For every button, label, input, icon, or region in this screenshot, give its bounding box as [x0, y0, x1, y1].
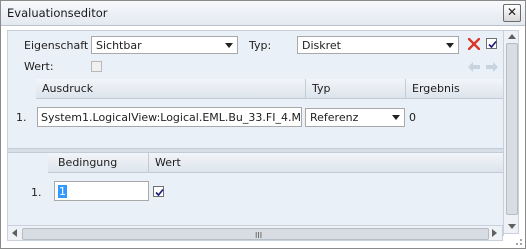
expression-type-dropdown[interactable]: Referenz [305, 108, 405, 127]
confirm-checkbox[interactable] [486, 38, 497, 49]
check-icon [155, 188, 164, 197]
condition-grid-header: Bedingung Wert [48, 153, 503, 173]
bedingung-input[interactable]: 1 [54, 181, 149, 201]
column-header-ausdruck[interactable]: Ausdruck [36, 79, 306, 98]
chevron-down-icon [446, 43, 454, 48]
scroll-left-icon[interactable] [12, 229, 17, 237]
ausdruck-value: System1.LogicalView:Logical.EML.Bu_33.FI… [41, 111, 302, 124]
column-header-wert[interactable]: Wert [149, 153, 503, 172]
condition-wert-checkbox[interactable] [153, 186, 164, 197]
horizontal-scroll-thumb[interactable]: III [22, 228, 489, 240]
ausdruck-input[interactable]: System1.LogicalView:Logical.EML.Bu_33.FI… [37, 107, 302, 127]
expression-grid-header: Ausdruck Typ Ergebnis [36, 79, 503, 99]
evaluation-editor-window: Evaluationseditor ✕ Eigenschaft Sichtbar… [0, 0, 526, 249]
arrow-right-icon[interactable] [485, 61, 499, 73]
vertical-scroll-thumb[interactable] [506, 43, 518, 215]
editor-panel: Eigenschaft Sichtbar Typ: Diskret Wert: [7, 30, 504, 236]
close-icon: ✕ [506, 5, 518, 19]
vertical-scrollbar[interactable] [503, 30, 519, 234]
title-bar[interactable]: Evaluationseditor ✕ [1, 1, 525, 26]
ergebnis-value: 0 [409, 111, 416, 124]
horizontal-scrollbar[interactable]: III [7, 225, 503, 241]
scroll-down-icon[interactable] [508, 224, 516, 229]
typ-value: Diskret [302, 39, 341, 52]
typ-dropdown[interactable]: Diskret [297, 36, 459, 54]
eigenschaft-label: Eigenschaft [24, 39, 89, 52]
eigenschaft-dropdown[interactable]: Sichtbar [91, 36, 238, 54]
typ-label: Typ: [249, 39, 272, 52]
column-header-bedingung[interactable]: Bedingung [48, 153, 149, 172]
grip-icon: III [255, 231, 263, 240]
wert-label: Wert: [24, 60, 54, 73]
check-icon [488, 40, 497, 49]
scroll-up-icon[interactable] [508, 34, 516, 39]
bedingung-value: 1 [58, 185, 67, 198]
chevron-down-icon [225, 43, 233, 48]
window-title: Evaluationseditor [7, 6, 108, 20]
delete-icon[interactable] [468, 38, 480, 50]
expression-row-index: 1. [16, 111, 27, 124]
wert-checkbox[interactable] [91, 61, 102, 72]
resize-grip-icon[interactable] [513, 236, 523, 246]
scroll-right-icon[interactable] [492, 229, 497, 237]
expression-type-value: Referenz [310, 111, 359, 124]
arrow-left-icon[interactable] [467, 61, 481, 73]
eigenschaft-value: Sichtbar [96, 39, 142, 52]
column-header-typ[interactable]: Typ [306, 79, 406, 98]
condition-row-index: 1. [31, 186, 42, 199]
chevron-down-icon [392, 115, 400, 120]
column-header-ergebnis[interactable]: Ergebnis [406, 79, 503, 98]
close-button[interactable]: ✕ [503, 4, 521, 22]
